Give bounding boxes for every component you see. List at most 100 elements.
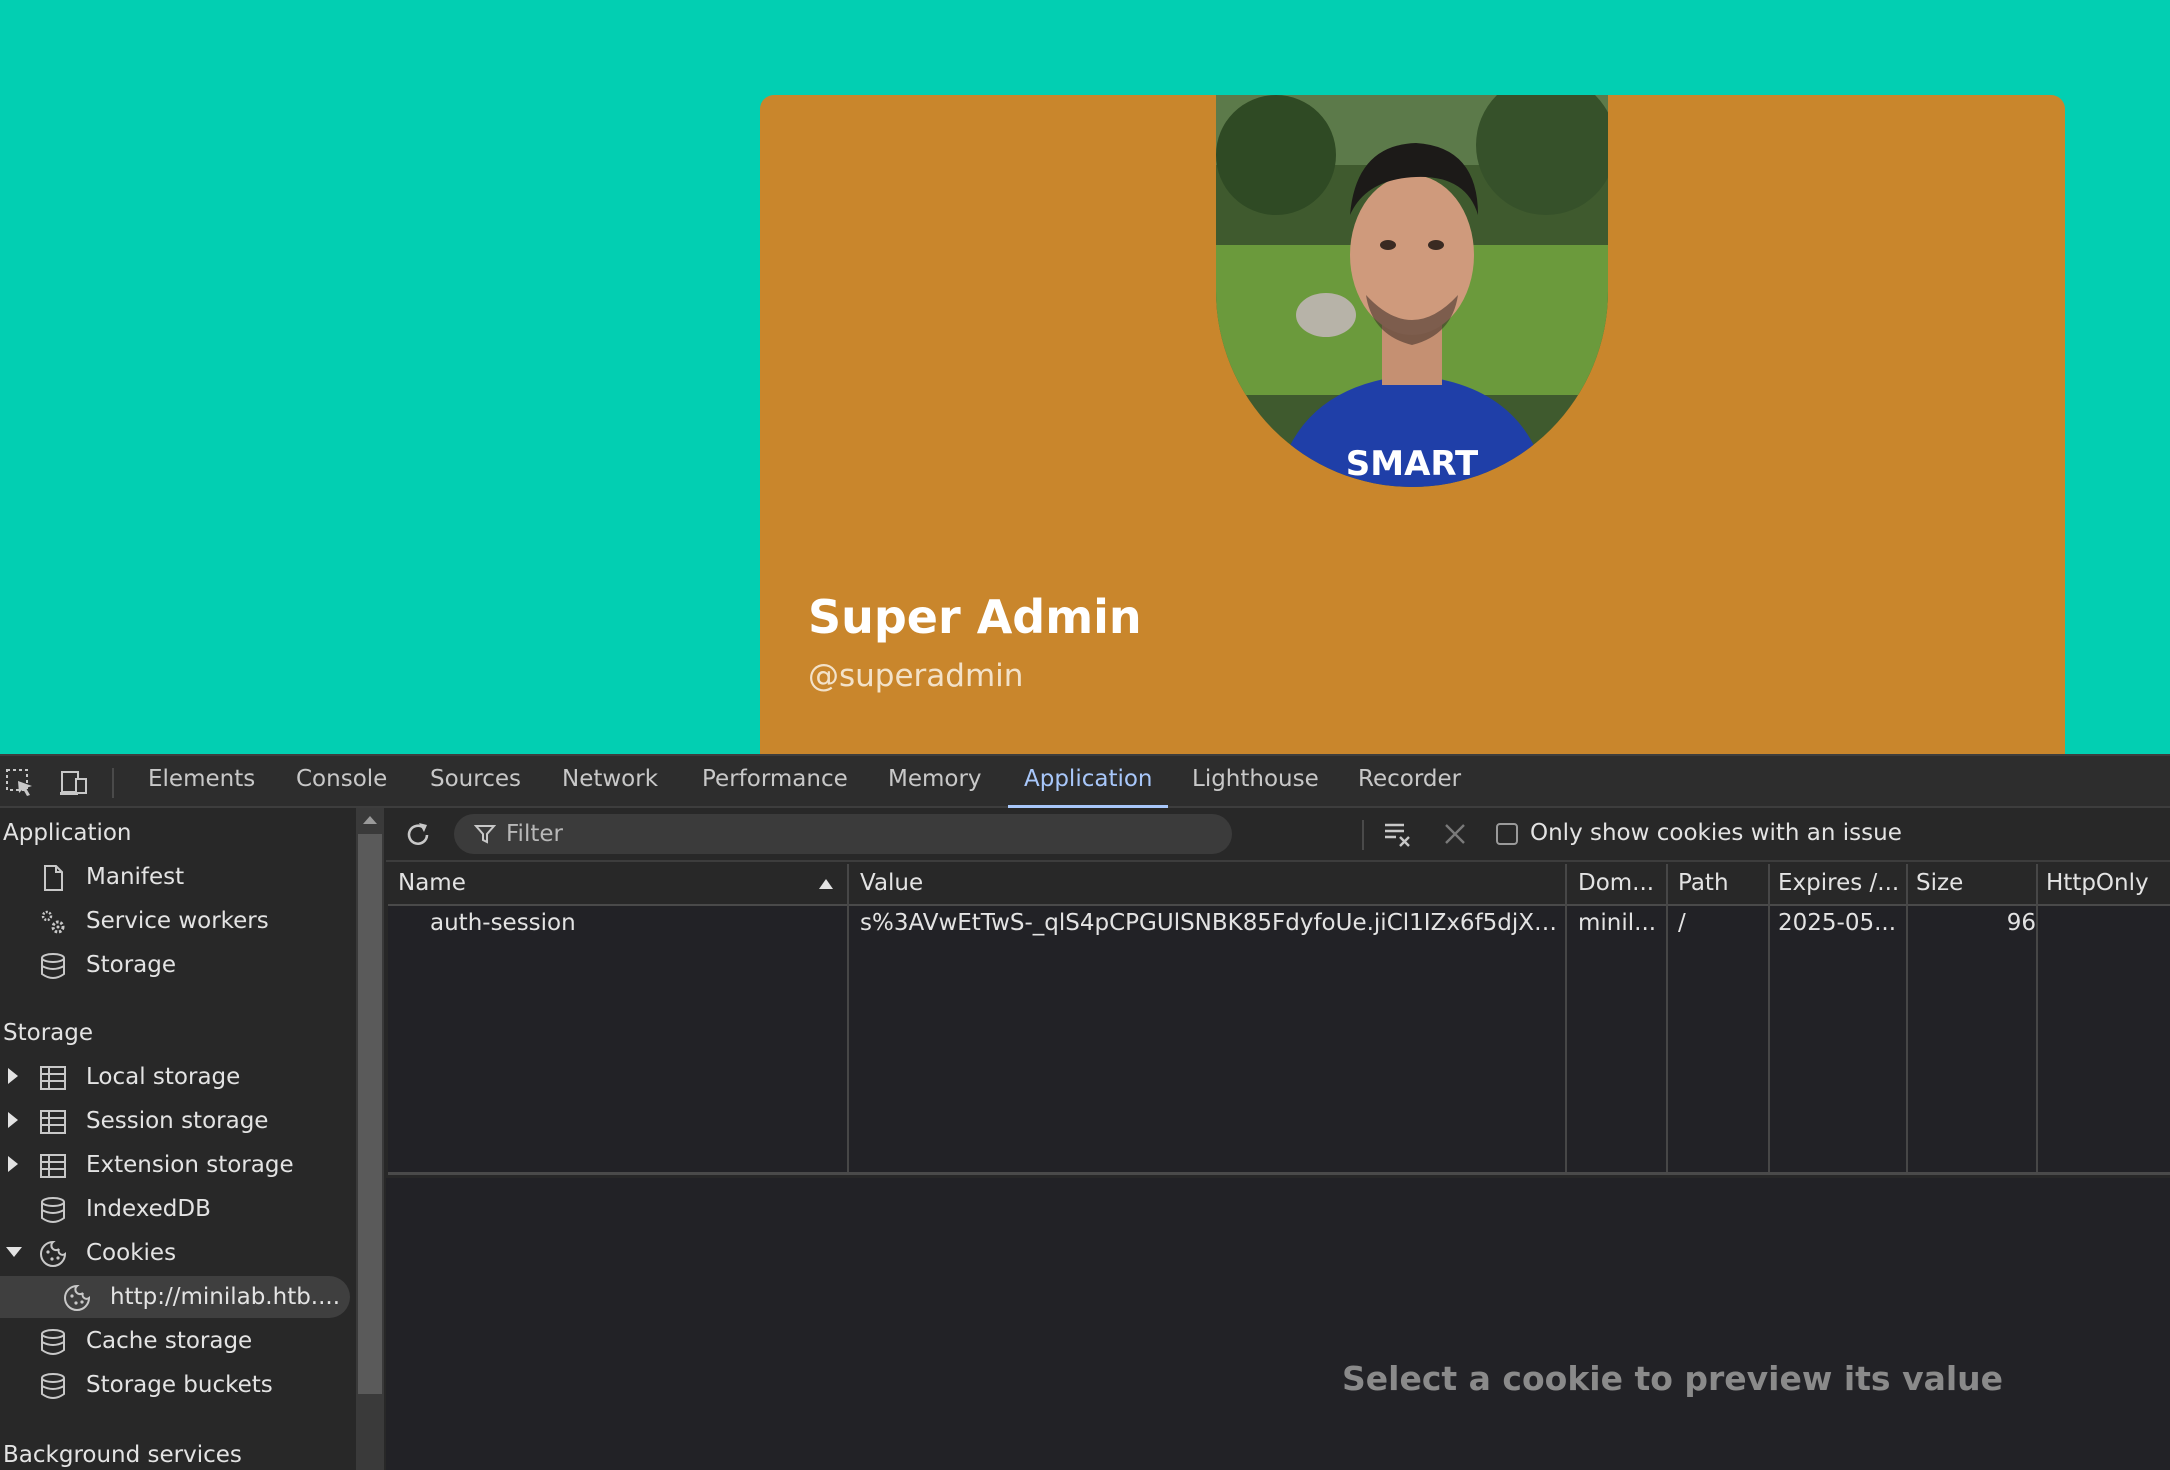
database-icon bbox=[41, 1197, 65, 1223]
column-header-size[interactable]: Size bbox=[1916, 870, 2036, 896]
sidebar-item-indexeddb[interactable]: IndexedDB bbox=[0, 1188, 350, 1230]
inspect-element-icon[interactable] bbox=[4, 767, 36, 799]
delete-selected-icon[interactable] bbox=[1442, 821, 1468, 847]
sidebar-item-label: Extension storage bbox=[86, 1152, 294, 1178]
sidebar-header-storage: Storage bbox=[3, 1020, 93, 1046]
profile-avatar: SMART bbox=[1216, 95, 1608, 487]
column-divider[interactable] bbox=[2036, 864, 2038, 1172]
column-header-httponly[interactable]: HttpOnly bbox=[2046, 870, 2166, 896]
sidebar-header-background-services: Background services bbox=[3, 1442, 242, 1468]
tab-recorder[interactable]: Recorder bbox=[1358, 766, 1461, 792]
column-divider[interactable] bbox=[1906, 864, 1908, 1172]
sidebar-item-label: IndexedDB bbox=[86, 1196, 211, 1222]
tab-network[interactable]: Network bbox=[562, 766, 658, 792]
cookie-size-cell: 96 bbox=[2006, 910, 2036, 936]
web-page: SMART Super Admin @superadmin bbox=[0, 0, 2170, 754]
collapse-arrow-icon[interactable] bbox=[6, 1247, 22, 1257]
cookie-domain-cell: minil... bbox=[1578, 910, 1657, 936]
tab-console[interactable]: Console bbox=[296, 766, 387, 792]
sidebar-item-label: Session storage bbox=[86, 1108, 269, 1134]
sidebar-item-cookie-origin[interactable]: http://minilab.htb.... bbox=[0, 1276, 350, 1318]
column-divider[interactable] bbox=[847, 864, 849, 1172]
expand-arrow-icon[interactable] bbox=[8, 1068, 18, 1084]
profile-name: Super Admin bbox=[808, 590, 1142, 644]
tab-elements[interactable]: Elements bbox=[148, 766, 255, 792]
table-row[interactable]: auth-session s%3AVwEtTwS-_qlS4pCPGUlSNBK… bbox=[388, 906, 2170, 948]
cookie-preview-area bbox=[386, 1178, 2170, 1470]
profile-card: SMART Super Admin @superadmin bbox=[760, 95, 2065, 754]
column-header-path[interactable]: Path bbox=[1678, 870, 1768, 896]
cookies-table-header: Name Value Dom... Path Expires /... Size… bbox=[388, 864, 2170, 906]
only-issues-checkbox[interactable] bbox=[1496, 823, 1518, 845]
sidebar-item-cookies[interactable]: Cookies bbox=[0, 1232, 350, 1274]
tab-sources[interactable]: Sources bbox=[430, 766, 521, 792]
cookie-preview-message: Select a cookie to preview its value bbox=[1342, 1359, 2004, 1398]
cookie-icon bbox=[64, 1284, 91, 1311]
profile-handle: @superadmin bbox=[808, 658, 1024, 694]
sidebar-item-extension-storage[interactable]: Extension storage bbox=[0, 1144, 350, 1186]
only-issues-label: Only show cookies with an issue bbox=[1530, 820, 1902, 846]
filter-icon bbox=[474, 825, 496, 844]
sidebar-item-local-storage[interactable]: Local storage bbox=[0, 1056, 350, 1098]
column-divider[interactable] bbox=[1666, 864, 1668, 1172]
document-icon bbox=[44, 865, 63, 891]
sidebar-item-label: http://minilab.htb.... bbox=[110, 1284, 341, 1310]
sidebar-scrollbar[interactable] bbox=[356, 808, 384, 1470]
database-icon bbox=[41, 1373, 65, 1399]
filter-input[interactable] bbox=[506, 818, 1206, 850]
cookies-pane: Only show cookies with an issue Name Val… bbox=[386, 808, 2170, 1470]
scrollbar-thumb[interactable] bbox=[358, 834, 382, 1394]
devtools-toolbar: Elements Console Sources Network Perform… bbox=[0, 754, 2170, 808]
table-icon bbox=[40, 1154, 66, 1178]
sidebar-item-service-workers[interactable]: Service workers bbox=[0, 900, 350, 942]
sidebar-item-label: Cookies bbox=[86, 1240, 177, 1266]
column-header-domain[interactable]: Dom... bbox=[1578, 870, 1672, 896]
sidebar-header-application: Application bbox=[3, 820, 132, 846]
database-icon bbox=[41, 1329, 65, 1355]
sidebar-item-label: Service workers bbox=[86, 908, 269, 934]
sidebar-item-cache-storage[interactable]: Cache storage bbox=[0, 1320, 350, 1362]
cookie-value-cell: s%3AVwEtTwS-_qlS4pCPGUlSNBK85FdyfoUe.jiC… bbox=[860, 910, 1560, 936]
sidebar-item-storage-buckets[interactable]: Storage buckets bbox=[0, 1364, 350, 1406]
column-divider[interactable] bbox=[1565, 864, 1567, 1172]
avatar-photo: SMART bbox=[1216, 95, 1608, 487]
filter-field[interactable] bbox=[454, 814, 1232, 854]
column-header-name[interactable]: Name bbox=[398, 870, 698, 896]
toolbar-separator bbox=[1362, 820, 1364, 850]
cookie-expires-cell: 2025-05... bbox=[1778, 910, 1897, 936]
expand-arrow-icon[interactable] bbox=[8, 1112, 18, 1128]
sidebar-item-storage[interactable]: Storage bbox=[0, 944, 350, 986]
cookies-table-body: auth-session s%3AVwEtTwS-_qlS4pCPGUlSNBK… bbox=[388, 906, 2170, 1172]
application-sidebar: Application Manifest Service workers Sto… bbox=[0, 808, 356, 1470]
cookies-toolbar: Only show cookies with an issue bbox=[386, 808, 2170, 862]
cookie-path-cell: / bbox=[1678, 910, 1686, 936]
device-toolbar-icon[interactable] bbox=[58, 767, 90, 799]
table-icon bbox=[40, 1066, 66, 1090]
cookies-table: Name Value Dom... Path Expires /... Size… bbox=[388, 864, 2170, 1175]
clear-all-icon[interactable] bbox=[1382, 819, 1414, 851]
expand-arrow-icon[interactable] bbox=[8, 1156, 18, 1172]
sidebar-item-label: Storage buckets bbox=[86, 1372, 273, 1398]
sidebar-item-manifest[interactable]: Manifest bbox=[0, 856, 350, 898]
gears-icon bbox=[41, 910, 65, 934]
sort-ascending-icon[interactable] bbox=[818, 878, 834, 890]
table-icon bbox=[40, 1110, 66, 1134]
svg-text:SMART: SMART bbox=[1346, 444, 1479, 484]
column-header-value[interactable]: Value bbox=[860, 870, 1260, 896]
sidebar-item-label: Storage bbox=[86, 952, 176, 978]
tab-lighthouse[interactable]: Lighthouse bbox=[1192, 766, 1319, 792]
refresh-icon[interactable] bbox=[402, 819, 434, 851]
database-icon bbox=[41, 953, 65, 979]
sidebar-item-session-storage[interactable]: Session storage bbox=[0, 1100, 350, 1142]
tab-performance[interactable]: Performance bbox=[702, 766, 848, 792]
scroll-up-icon[interactable] bbox=[363, 816, 377, 824]
cookie-name-cell: auth-session bbox=[430, 910, 576, 936]
cookie-icon bbox=[40, 1240, 67, 1267]
tab-application[interactable]: Application bbox=[1024, 766, 1153, 792]
toolbar-separator bbox=[112, 768, 114, 798]
column-divider[interactable] bbox=[1768, 864, 1770, 1172]
devtools-panel: Elements Console Sources Network Perform… bbox=[0, 754, 2170, 1470]
sidebar-item-label: Manifest bbox=[86, 864, 185, 890]
tab-memory[interactable]: Memory bbox=[888, 766, 982, 792]
column-header-expires[interactable]: Expires /... bbox=[1778, 870, 1908, 896]
